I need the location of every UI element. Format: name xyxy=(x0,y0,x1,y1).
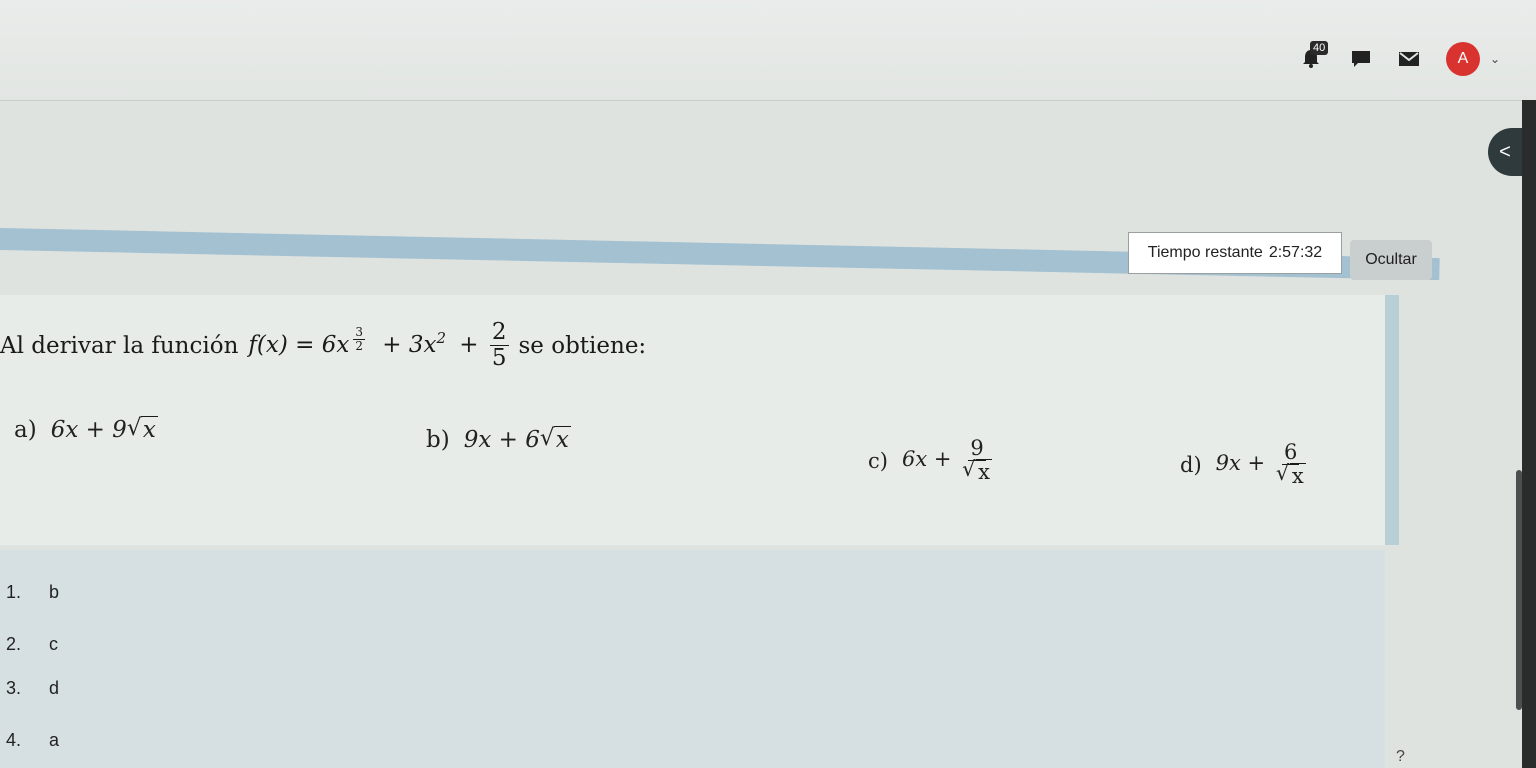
option-c[interactable]: c) 6x + 9x xyxy=(868,436,996,485)
answer-value: a xyxy=(49,730,60,750)
notification-badge: 40 xyxy=(1310,41,1329,55)
answer-number: 3. xyxy=(6,678,22,698)
right-edge xyxy=(1522,100,1536,768)
formula-mid: + 3x xyxy=(382,331,437,358)
const-numerator: 2 xyxy=(489,319,509,347)
answer-value: d xyxy=(49,678,60,698)
timer-box: Tiempo restante 2:57:32 xyxy=(1128,232,1342,274)
hide-timer-button[interactable]: Ocultar xyxy=(1350,240,1432,280)
mail-icon[interactable] xyxy=(1398,50,1420,68)
list-item: 3. d xyxy=(6,678,59,699)
option-b-label: b) xyxy=(426,427,450,453)
option-a-coef: 6x + 9 xyxy=(50,417,127,443)
option-a-radicand: x xyxy=(140,416,158,443)
const-denominator: 5 xyxy=(491,345,507,372)
notifications-button[interactable]: 40 xyxy=(1300,41,1329,71)
option-a[interactable]: a) 6x + 9 x xyxy=(14,416,158,443)
option-b-coef: 9x + 6 xyxy=(463,427,540,453)
answer-list: 1. b 2. c 3. d 4. a xyxy=(0,550,1385,768)
formula-plus: + xyxy=(459,331,479,358)
answer-number: 2. xyxy=(6,634,22,654)
drawer-toggle-button[interactable]: < xyxy=(1488,128,1522,176)
question-formula: f(x) = 6x 3 2 + 3x2 + 25 xyxy=(248,319,512,372)
option-d-lead: 9x + xyxy=(1215,451,1266,476)
chat-icon[interactable] xyxy=(1350,49,1372,69)
answer-number: 4. xyxy=(6,730,22,750)
exp-numerator: 3 xyxy=(353,324,365,340)
list-item: 1. b xyxy=(6,582,59,603)
option-c-lead: 6x + xyxy=(901,447,952,472)
option-b-radicand: x xyxy=(553,426,571,453)
option-d-label: d) xyxy=(1180,452,1202,477)
timer-value: 2:57:32 xyxy=(1268,244,1323,261)
question-outro: se obtiene: xyxy=(518,332,647,359)
formula-lhs: f(x) = 6x xyxy=(248,331,350,358)
answer-number: 1. xyxy=(6,582,22,602)
exp-denominator: 2 xyxy=(355,338,363,353)
option-b[interactable]: b) 9x + 6 x xyxy=(426,426,571,453)
chevron-down-icon[interactable]: ⌄ xyxy=(1490,52,1500,66)
option-c-radicand: x xyxy=(976,459,992,485)
help-button[interactable]: ? xyxy=(1396,748,1405,766)
question-card: Al derivar la función f(x) = 6x 3 2 + 3x2 … xyxy=(0,295,1399,545)
option-c-label: c) xyxy=(868,448,888,473)
list-item: 4. a xyxy=(6,730,59,751)
option-d-radicand: x xyxy=(1289,463,1306,489)
top-navbar: 40 A ⌄ xyxy=(0,0,1536,101)
user-avatar[interactable]: A xyxy=(1446,42,1480,76)
navbar-icons: 40 A ⌄ xyxy=(1300,41,1500,76)
scrollbar[interactable] xyxy=(1516,470,1522,710)
question-intro: Al derivar la función xyxy=(0,332,239,359)
list-item: 2. c xyxy=(6,634,58,655)
timer-label: Tiempo restante xyxy=(1147,244,1263,261)
answer-value: c xyxy=(49,634,59,654)
option-a-label: a) xyxy=(14,417,37,443)
chevron-left-icon: < xyxy=(1499,140,1511,163)
answer-value: b xyxy=(49,582,60,602)
option-d[interactable]: d) 9x + 6x xyxy=(1180,440,1310,489)
question-text: Al derivar la función f(x) = 6x 3 2 + 3x2 … xyxy=(0,319,647,372)
formula-square: 2 xyxy=(436,329,446,348)
